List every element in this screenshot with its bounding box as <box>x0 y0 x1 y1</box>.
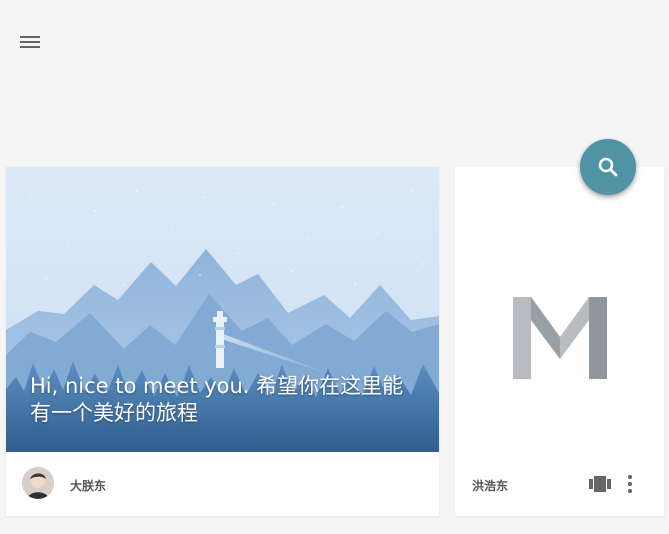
author-name[interactable]: 大朕东 <box>70 477 106 494</box>
hamburger-menu-icon <box>20 36 40 48</box>
author-avatar[interactable] <box>22 467 54 499</box>
post-cover-image[interactable]: Hi, nice to meet you. 希望你在这里能有一个美好的旅程 <box>6 167 439 452</box>
gallery-icon <box>589 476 611 492</box>
menu-icon[interactable] <box>18 34 42 50</box>
post-card[interactable]: Hi, nice to meet you. 希望你在这里能有一个美好的旅程 大朕… <box>6 167 439 516</box>
post-title: Hi, nice to meet you. 希望你在这里能有一个美好的旅程 <box>30 374 404 425</box>
post-card[interactable]: 洪浩东 <box>455 167 664 516</box>
avatar-icon <box>22 467 54 499</box>
post-footer: 大朕东 <box>6 452 439 516</box>
author-name[interactable]: 洪浩东 <box>472 477 508 494</box>
more-options-button[interactable] <box>626 474 634 494</box>
m-logo-icon <box>513 297 607 379</box>
search-button[interactable] <box>580 139 636 195</box>
more-vert-icon <box>628 475 632 493</box>
search-icon <box>598 157 618 177</box>
gallery-button[interactable] <box>589 475 611 493</box>
